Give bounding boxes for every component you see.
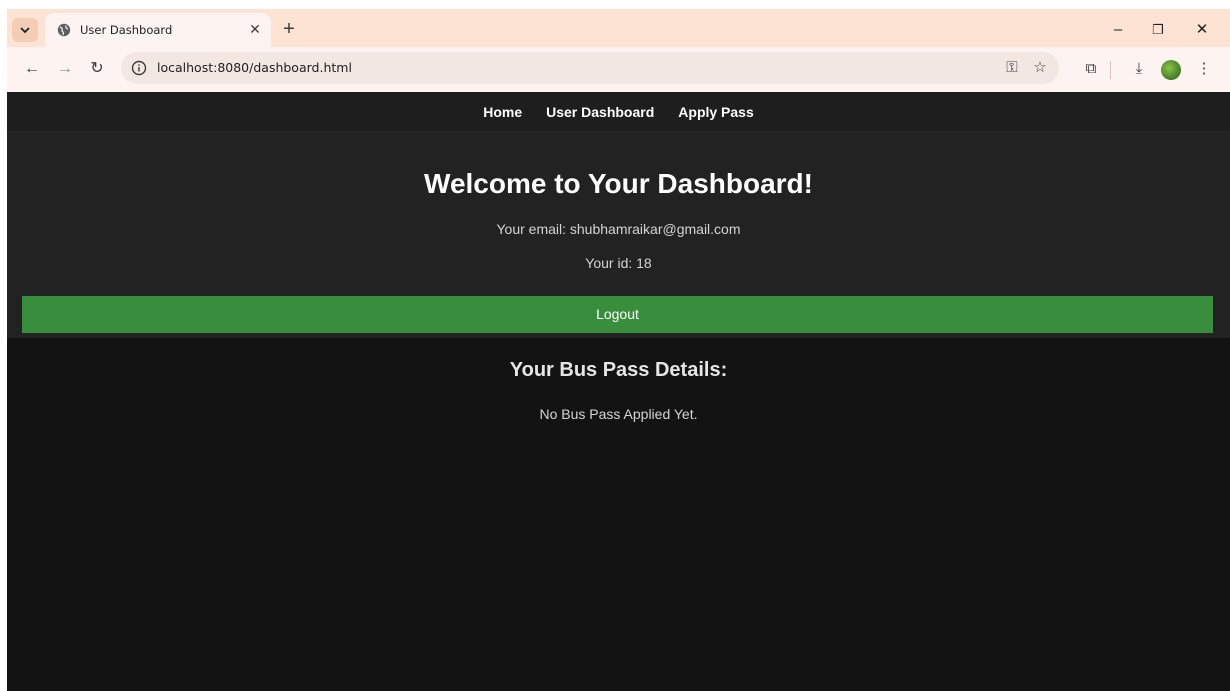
info-icon[interactable]: [131, 60, 147, 76]
browser-window: User Dashboard ✕ + – ❐ ✕ ← → ↻ localhost…: [7, 9, 1230, 691]
tab-close-icon[interactable]: ✕: [247, 21, 263, 37]
user-id-text: Your id: 18: [585, 255, 652, 271]
url-text: localhost:8080/dashboard.html: [157, 60, 352, 75]
reload-icon[interactable]: ↻: [85, 57, 109, 81]
address-bar[interactable]: localhost:8080/dashboard.html ⚿ ☆: [121, 52, 1059, 84]
dashboard-panel: Welcome to Your Dashboard! Your email: s…: [7, 131, 1230, 338]
globe-icon: [57, 23, 71, 37]
star-icon[interactable]: ☆: [1029, 58, 1051, 78]
tab-search-button[interactable]: [12, 18, 38, 42]
download-icon[interactable]: ⤓: [1128, 58, 1150, 80]
browser-toolbar: ← → ↻ localhost:8080/dashboard.html ⚿ ☆ …: [7, 47, 1230, 92]
toolbar-divider: [1110, 61, 1111, 79]
profile-avatar[interactable]: [1161, 60, 1181, 80]
minimize-button[interactable]: –: [1103, 18, 1133, 42]
tab-strip: User Dashboard ✕ + – ❐ ✕: [7, 9, 1230, 47]
page-content: Home User Dashboard Apply Pass Welcome t…: [7, 92, 1230, 691]
more-vert-icon[interactable]: ⋮: [1193, 58, 1215, 80]
bus-pass-status: No Bus Pass Applied Yet.: [539, 406, 698, 422]
key-icon[interactable]: ⚿: [1001, 58, 1023, 78]
nav-link-user-dashboard[interactable]: User Dashboard: [546, 104, 654, 120]
restore-button[interactable]: ❐: [1143, 18, 1173, 42]
new-tab-button[interactable]: +: [277, 18, 301, 42]
close-window-button[interactable]: ✕: [1187, 18, 1217, 42]
chevron-down-icon: [20, 27, 30, 34]
nav-link-apply-pass[interactable]: Apply Pass: [678, 104, 753, 120]
nav-link-home[interactable]: Home: [483, 104, 522, 120]
back-icon[interactable]: ←: [20, 57, 44, 81]
site-navbar: Home User Dashboard Apply Pass: [7, 92, 1230, 131]
browser-tab[interactable]: User Dashboard ✕: [45, 13, 271, 47]
forward-icon[interactable]: →: [53, 57, 77, 81]
tab-title: User Dashboard: [80, 23, 173, 37]
user-email-text: Your email: shubhamraikar@gmail.com: [496, 221, 741, 237]
puzzle-icon[interactable]: ⧉: [1080, 58, 1102, 80]
page-title: Welcome to Your Dashboard!: [424, 168, 813, 199]
bus-pass-heading: Your Bus Pass Details:: [509, 359, 728, 381]
logout-button[interactable]: Logout: [22, 296, 1213, 333]
